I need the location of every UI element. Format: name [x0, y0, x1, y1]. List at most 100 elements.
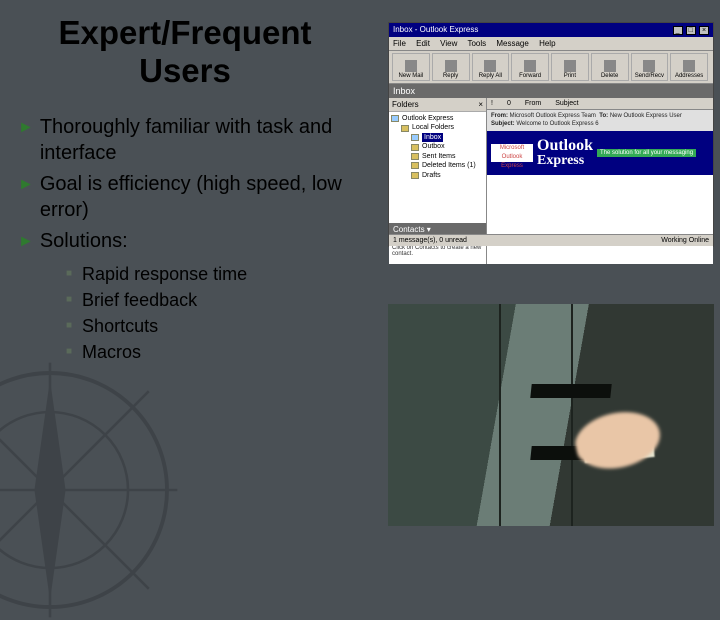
tree-label: Inbox — [422, 133, 443, 142]
welcome-brand: Outlook Express — [537, 137, 593, 168]
inbox-icon — [411, 134, 419, 141]
brand-line2: Express — [537, 155, 593, 168]
panel-seam — [499, 304, 501, 526]
welcome-tagline: The solution for all your messaging — [597, 149, 696, 157]
toolbar-button: Send/Recv — [631, 53, 669, 81]
bullet-text: Solutions: — [40, 229, 128, 255]
app-statusbar: 1 message(s), 0 unread Working Online — [389, 234, 713, 246]
toolbar-label: Reply — [443, 73, 458, 79]
trash-icon — [411, 162, 419, 169]
tree-label: Deleted Items (1) — [422, 161, 476, 170]
app-menubar: File Edit View Tools Message Help — [389, 37, 713, 51]
print-icon — [564, 60, 576, 72]
addresses-icon — [683, 60, 695, 72]
tree-item: Sent Items — [411, 152, 484, 161]
app-window-title: Inbox - Outlook Express — [393, 25, 478, 35]
menu-item: View — [440, 39, 457, 48]
message-meta: From: Microsoft Outlook Express Team To:… — [487, 110, 713, 131]
sendrecv-icon — [643, 60, 655, 72]
meta-subj-label: Subject: — [491, 121, 515, 127]
menu-item: Help — [539, 39, 555, 48]
toolbar-label: Reply All — [479, 73, 502, 79]
decorative-compass — [0, 360, 180, 620]
sub-bullet-text: Rapid response time — [82, 261, 247, 287]
tree-label: Local Folders — [412, 123, 454, 132]
col-header: ! — [491, 100, 493, 107]
bullet-item: ► Goal is efficiency (high speed, low er… — [18, 172, 378, 223]
toolbar-label: Forward — [519, 73, 541, 79]
folder-tree: Outlook Express Local Folders Inbox Outb… — [389, 112, 486, 223]
toolbar-label: New Mail — [399, 73, 424, 79]
close-icon: × — [699, 26, 709, 35]
welcome-banner-left: Microsoft Outlook Express — [491, 144, 533, 162]
app-titlebar: Inbox - Outlook Express _ □ × — [389, 23, 713, 37]
inbox-header-label: Inbox — [393, 86, 415, 96]
square-icon: ■ — [66, 267, 72, 282]
bullet-text: Goal is efficiency (high speed, low erro… — [40, 172, 378, 223]
sub-bullet-item: ■ Rapid response time — [66, 261, 378, 287]
title-line-1: Expert/Frequent — [58, 14, 311, 51]
bullet-item: ► Thoroughly familiar with task and inte… — [18, 115, 378, 166]
status-right: Working Online — [661, 237, 709, 244]
reply-all-icon — [484, 60, 496, 72]
sub-bullet-item: ■ Shortcuts — [66, 313, 378, 339]
toolbar-label: Send/Recv — [635, 73, 664, 79]
toolbar-button: Forward — [511, 53, 549, 81]
square-icon: ■ — [66, 319, 72, 334]
toolbar-button: Delete — [591, 53, 629, 81]
sub-bullet-text: Shortcuts — [82, 313, 158, 339]
minimize-icon: _ — [673, 26, 683, 35]
inbox-header-bar: Inbox — [389, 84, 713, 98]
bullet-text: Thoroughly familiar with task and interf… — [40, 115, 378, 166]
sent-icon — [411, 153, 419, 160]
tree-item: Outbox — [411, 142, 484, 151]
outbox-icon — [411, 144, 419, 151]
tree-label: Sent Items — [422, 152, 455, 161]
arrow-icon: ► — [18, 232, 34, 252]
maximize-icon: □ — [686, 26, 696, 35]
toolbar-label: Delete — [601, 73, 618, 79]
col-header: 0 — [507, 100, 511, 107]
toolbar-button: Addresses — [670, 53, 708, 81]
title-line-2: Users — [139, 52, 231, 89]
meta-from-label: From: — [491, 113, 508, 119]
arrow-icon: ► — [18, 175, 34, 195]
tree-label: Outlook Express — [402, 114, 453, 123]
sub-bullet-text: Brief feedback — [82, 287, 197, 313]
col-header: Subject — [555, 100, 578, 107]
message-body — [487, 175, 713, 264]
sub-bullet-text: Macros — [82, 339, 141, 365]
square-icon: ■ — [66, 293, 72, 308]
toolbar-button: New Mail — [392, 53, 430, 81]
tree-label: Outbox — [422, 142, 445, 151]
status-left: 1 message(s), 0 unread — [393, 237, 467, 244]
menu-item: Edit — [416, 39, 430, 48]
meta-from: Microsoft Outlook Express Team — [510, 113, 596, 119]
screenshot-atm-photo — [388, 304, 714, 526]
slide-content: ► Thoroughly familiar with task and inte… — [18, 115, 378, 365]
mail-icon — [405, 60, 417, 72]
toolbar-button: Reply All — [472, 53, 510, 81]
app-toolbar: New Mail Reply Reply All Forward Print D… — [389, 51, 713, 84]
menu-item: Tools — [467, 39, 486, 48]
window-controls: _ □ × — [672, 25, 709, 35]
forward-icon — [524, 60, 536, 72]
folders-header: Folders× — [389, 98, 486, 112]
toolbar-label: Addresses — [675, 73, 703, 79]
welcome-banner: Microsoft Outlook Express Outlook Expres… — [487, 131, 713, 175]
square-icon: ■ — [66, 345, 72, 360]
screenshot-outlook-express: Inbox - Outlook Express _ □ × File Edit … — [388, 22, 714, 247]
app-icon — [391, 115, 399, 122]
slide-title: Expert/Frequent Users — [0, 0, 320, 100]
toolbar-button: Print — [551, 53, 589, 81]
tree-item: Inbox — [411, 133, 484, 142]
meta-to-label: To: — [599, 113, 608, 119]
reply-icon — [445, 60, 457, 72]
message-list-header: ! 0 From Subject — [487, 98, 713, 110]
sub-bullet-item: ■ Brief feedback — [66, 287, 378, 313]
folder-icon — [401, 125, 409, 132]
sub-bullet-item: ■ Macros — [66, 339, 378, 365]
folders-label: Folders — [392, 100, 419, 109]
atm-slot — [531, 384, 612, 398]
bullet-item: ► Solutions: — [18, 229, 378, 255]
